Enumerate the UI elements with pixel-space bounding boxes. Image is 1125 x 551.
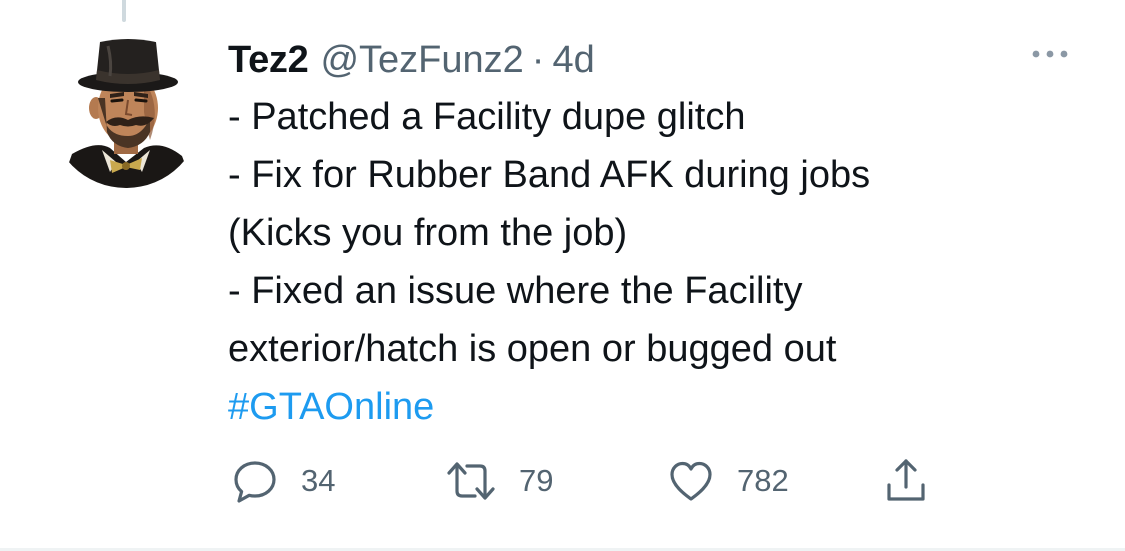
tweet-text: - Patched a Facility dupe glitch - Fix f…: [228, 88, 1078, 436]
like-count: 782: [737, 463, 789, 498]
share-icon: [880, 455, 932, 507]
author-display-name[interactable]: Tez2: [228, 32, 309, 88]
tweet-action-bar: 34 79 782: [0, 455, 1125, 507]
tweet-screenshot: Tez2 @TezFunz2 · 4d - Patched a Facility…: [0, 0, 1125, 551]
tweet-timestamp[interactable]: 4d: [552, 32, 594, 88]
like-button[interactable]: 782: [665, 455, 789, 507]
tweet-text-line: - Fix for Rubber Band AFK during jobs: [228, 154, 871, 196]
thread-connector-line: [122, 0, 126, 22]
reply-icon: [229, 455, 281, 507]
tweet-header: Tez2 @TezFunz2 · 4d: [228, 32, 595, 88]
more-horizontal-icon[interactable]: [1026, 42, 1074, 66]
header-separator: ·: [531, 39, 545, 81]
hashtag-link[interactable]: #GTAOnline: [228, 378, 1078, 436]
retweet-icon: [443, 455, 499, 507]
share-button[interactable]: [880, 455, 932, 507]
heart-icon: [665, 455, 717, 507]
retweet-button[interactable]: 79: [443, 455, 553, 507]
tweet-text-line: - Fixed an issue where the Facility: [228, 270, 803, 312]
author-handle[interactable]: @TezFunz2: [320, 32, 523, 88]
gentleman-avatar-image: [50, 36, 202, 188]
avatar[interactable]: [50, 36, 202, 188]
tweet-text-line: (Kicks you from the job): [228, 212, 628, 254]
tweet-text-line: exterior/hatch is open or bugged out: [228, 328, 837, 370]
reply-button[interactable]: 34: [229, 455, 335, 507]
tweet-text-line: - Patched a Facility dupe glitch: [228, 96, 746, 138]
retweet-count: 79: [519, 463, 554, 498]
reply-count: 34: [301, 463, 336, 498]
